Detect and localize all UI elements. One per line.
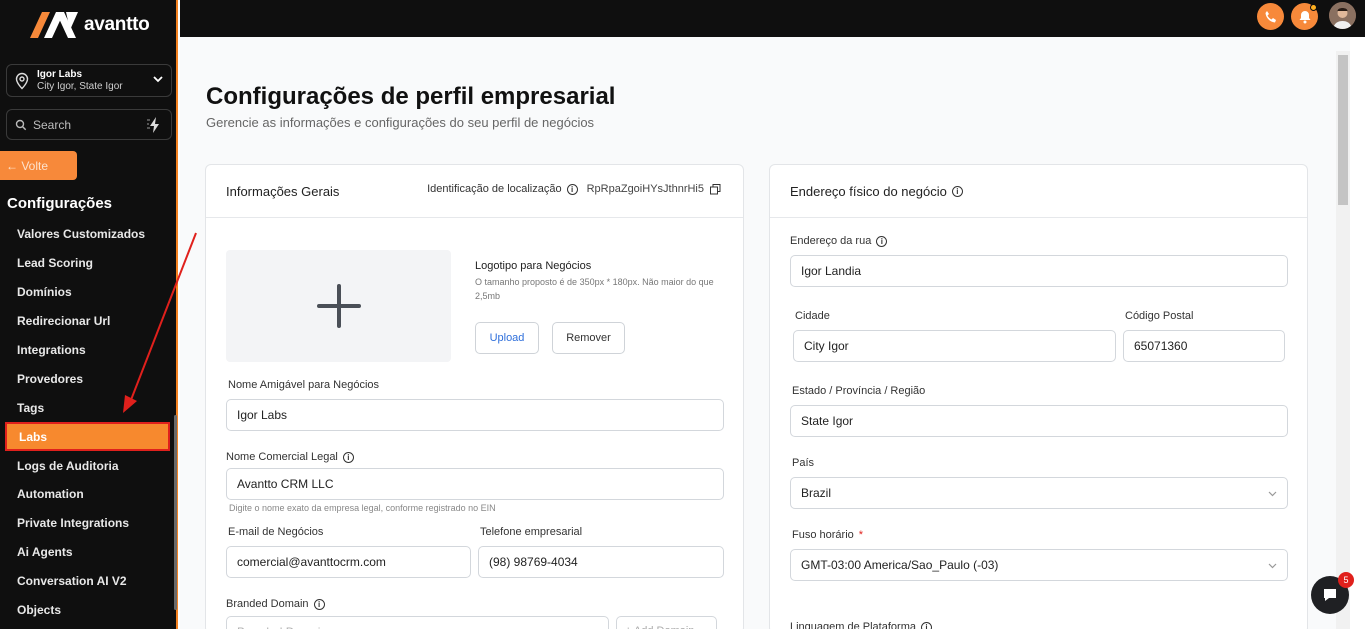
upload-button[interactable]: Upload	[475, 322, 539, 354]
search-icon	[15, 119, 27, 130]
main-content: Configurações de perfil empresarial Gere…	[180, 37, 1350, 629]
avantto-logo-icon	[30, 12, 78, 38]
info-icon: i	[342, 451, 354, 463]
topbar	[180, 0, 1365, 37]
quick-action-bolt-icon[interactable]	[145, 115, 165, 135]
card-header: Informações Gerais Identificação de loca…	[206, 165, 743, 218]
state-label: Estado / Província / Região	[792, 385, 926, 397]
legal-name-label: Nome Comercial Legal	[226, 451, 338, 463]
search-placeholder: Search	[33, 117, 72, 132]
location-pin-icon	[15, 72, 29, 89]
chevron-down-icon	[1268, 563, 1277, 569]
bell-icon	[1299, 10, 1310, 23]
platform-language-label-row: Linguagem de Plataforma i	[790, 621, 937, 629]
user-avatar[interactable]	[1329, 2, 1356, 29]
location-id: Identificação de localização i RpRpaZgoi…	[427, 183, 721, 195]
branded-domain-label-row: Branded Domain i	[226, 598, 330, 610]
sidebar-item[interactable]: Logs de Auditoria	[0, 451, 178, 480]
notifications-button[interactable]	[1291, 3, 1318, 30]
state-input[interactable]: State Igor	[790, 405, 1288, 437]
chevron-down-icon	[1268, 491, 1277, 497]
platform-language-label: Linguagem de Plataforma	[790, 621, 916, 629]
avatar-icon	[1329, 2, 1356, 29]
info-icon: i	[951, 185, 963, 197]
branded-domain-input[interactable]: Branded Domain	[226, 616, 609, 629]
brand-logo[interactable]: avantto	[30, 10, 150, 40]
city-input[interactable]: City Igor	[793, 330, 1116, 362]
timezone-label-row: Fuso horário *	[792, 529, 863, 541]
phone-input[interactable]: (98) 98769-4034	[478, 546, 724, 578]
city-label: Cidade	[795, 310, 830, 322]
street-label: Endereço da rua	[790, 235, 872, 247]
country-label: País	[792, 457, 815, 469]
general-info-card: Informações Gerais Identificação de loca…	[205, 164, 744, 629]
required-marker: *	[858, 529, 864, 541]
location-id-value: RpRpaZgoiHYsJthnrHi5	[586, 183, 704, 195]
info-icon: i	[876, 235, 888, 247]
postal-code-label: Código Postal	[1125, 310, 1194, 322]
card-header: Endereço físico do negócio i	[770, 165, 1307, 218]
page-title: Configurações de perfil empresarial	[206, 83, 616, 110]
email-input[interactable]: comercial@avanttocrm.com	[226, 546, 471, 578]
sidebar-item[interactable]: Conversation AI V2	[0, 567, 178, 596]
notification-dot	[1310, 4, 1317, 11]
timezone-value: GMT-03:00 America/Sao_Paulo (-03)	[801, 558, 999, 572]
annotation-arrow	[123, 232, 197, 413]
postal-code-input[interactable]: 65071360	[1123, 330, 1285, 362]
email-label: E-mail de Negócios	[228, 526, 324, 538]
street-label-row: Endereço da rua i	[790, 235, 892, 247]
sidebar-section-title: Configurações	[7, 195, 113, 212]
plus-icon	[316, 284, 361, 328]
friendly-name-label: Nome Amigável para Negócios	[228, 379, 380, 391]
country-select[interactable]: Brazil	[790, 477, 1288, 509]
sidebar-item[interactable]: Private Integrations	[0, 509, 178, 538]
copy-icon[interactable]	[710, 183, 721, 195]
sidebar-item[interactable]: Automation	[0, 480, 178, 509]
sidebar-item-active[interactable]: Labs	[5, 422, 170, 452]
legal-name-hint: Digite o nome exato da empresa legal, co…	[229, 503, 496, 513]
phone-button[interactable]	[1257, 3, 1284, 30]
logo-label: Logotipo para Negócios	[475, 260, 592, 272]
chevron-down-icon	[153, 76, 163, 83]
page-subtitle: Gerencie as informações e configurações …	[206, 115, 595, 130]
location-switcher[interactable]: Igor Labs City Igor, State Igor	[6, 64, 172, 97]
general-info-title: Informações Gerais	[226, 183, 340, 199]
logo-upload-dropzone[interactable]	[226, 250, 451, 362]
main-scrollbar[interactable]	[1336, 51, 1350, 629]
street-input[interactable]: Igor Landia	[790, 255, 1288, 287]
legal-name-label-row: Nome Comercial Legal i	[226, 451, 359, 463]
sidebar-item[interactable]: Ai Agents	[0, 538, 178, 567]
branded-domain-label: Branded Domain	[226, 598, 309, 610]
friendly-name-input[interactable]: Igor Labs	[226, 399, 724, 431]
chat-badge: 5	[1338, 572, 1354, 588]
country-value: Brazil	[801, 486, 832, 500]
location-id-label: Identificação de localização	[427, 183, 562, 195]
address-title: Endereço físico do negócio	[790, 183, 947, 199]
legal-name-input[interactable]: Avantto CRM LLC	[226, 468, 724, 500]
timezone-select[interactable]: GMT-03:00 America/Sao_Paulo (-03)	[790, 549, 1288, 581]
add-domain-button[interactable]: + Add Domain	[616, 616, 717, 629]
sidebar-item[interactable]: Objects	[0, 596, 178, 625]
scrollbar-thumb[interactable]	[1338, 55, 1348, 205]
brand-name: avantto	[84, 14, 150, 35]
info-icon: i	[313, 598, 325, 610]
info-icon: i	[566, 183, 578, 195]
timezone-label: Fuso horário	[792, 529, 854, 541]
chat-icon	[1324, 589, 1336, 601]
back-button[interactable]: ← Volte	[0, 151, 77, 180]
phone-icon	[1265, 10, 1276, 22]
location-name: Igor Labs	[37, 68, 83, 80]
physical-address-card: Endereço físico do negócio i Endereço da…	[769, 164, 1308, 629]
info-icon: i	[920, 621, 932, 629]
location-address: City Igor, State Igor	[37, 80, 123, 92]
logo-hint: O tamanho proposto é de 350px * 180px. N…	[475, 277, 714, 301]
phone-label: Telefone empresarial	[480, 526, 583, 538]
sidebar-scrollbar[interactable]	[174, 415, 177, 610]
sidebar-search[interactable]: Search	[6, 109, 172, 140]
remove-button[interactable]: Remover	[552, 322, 625, 354]
